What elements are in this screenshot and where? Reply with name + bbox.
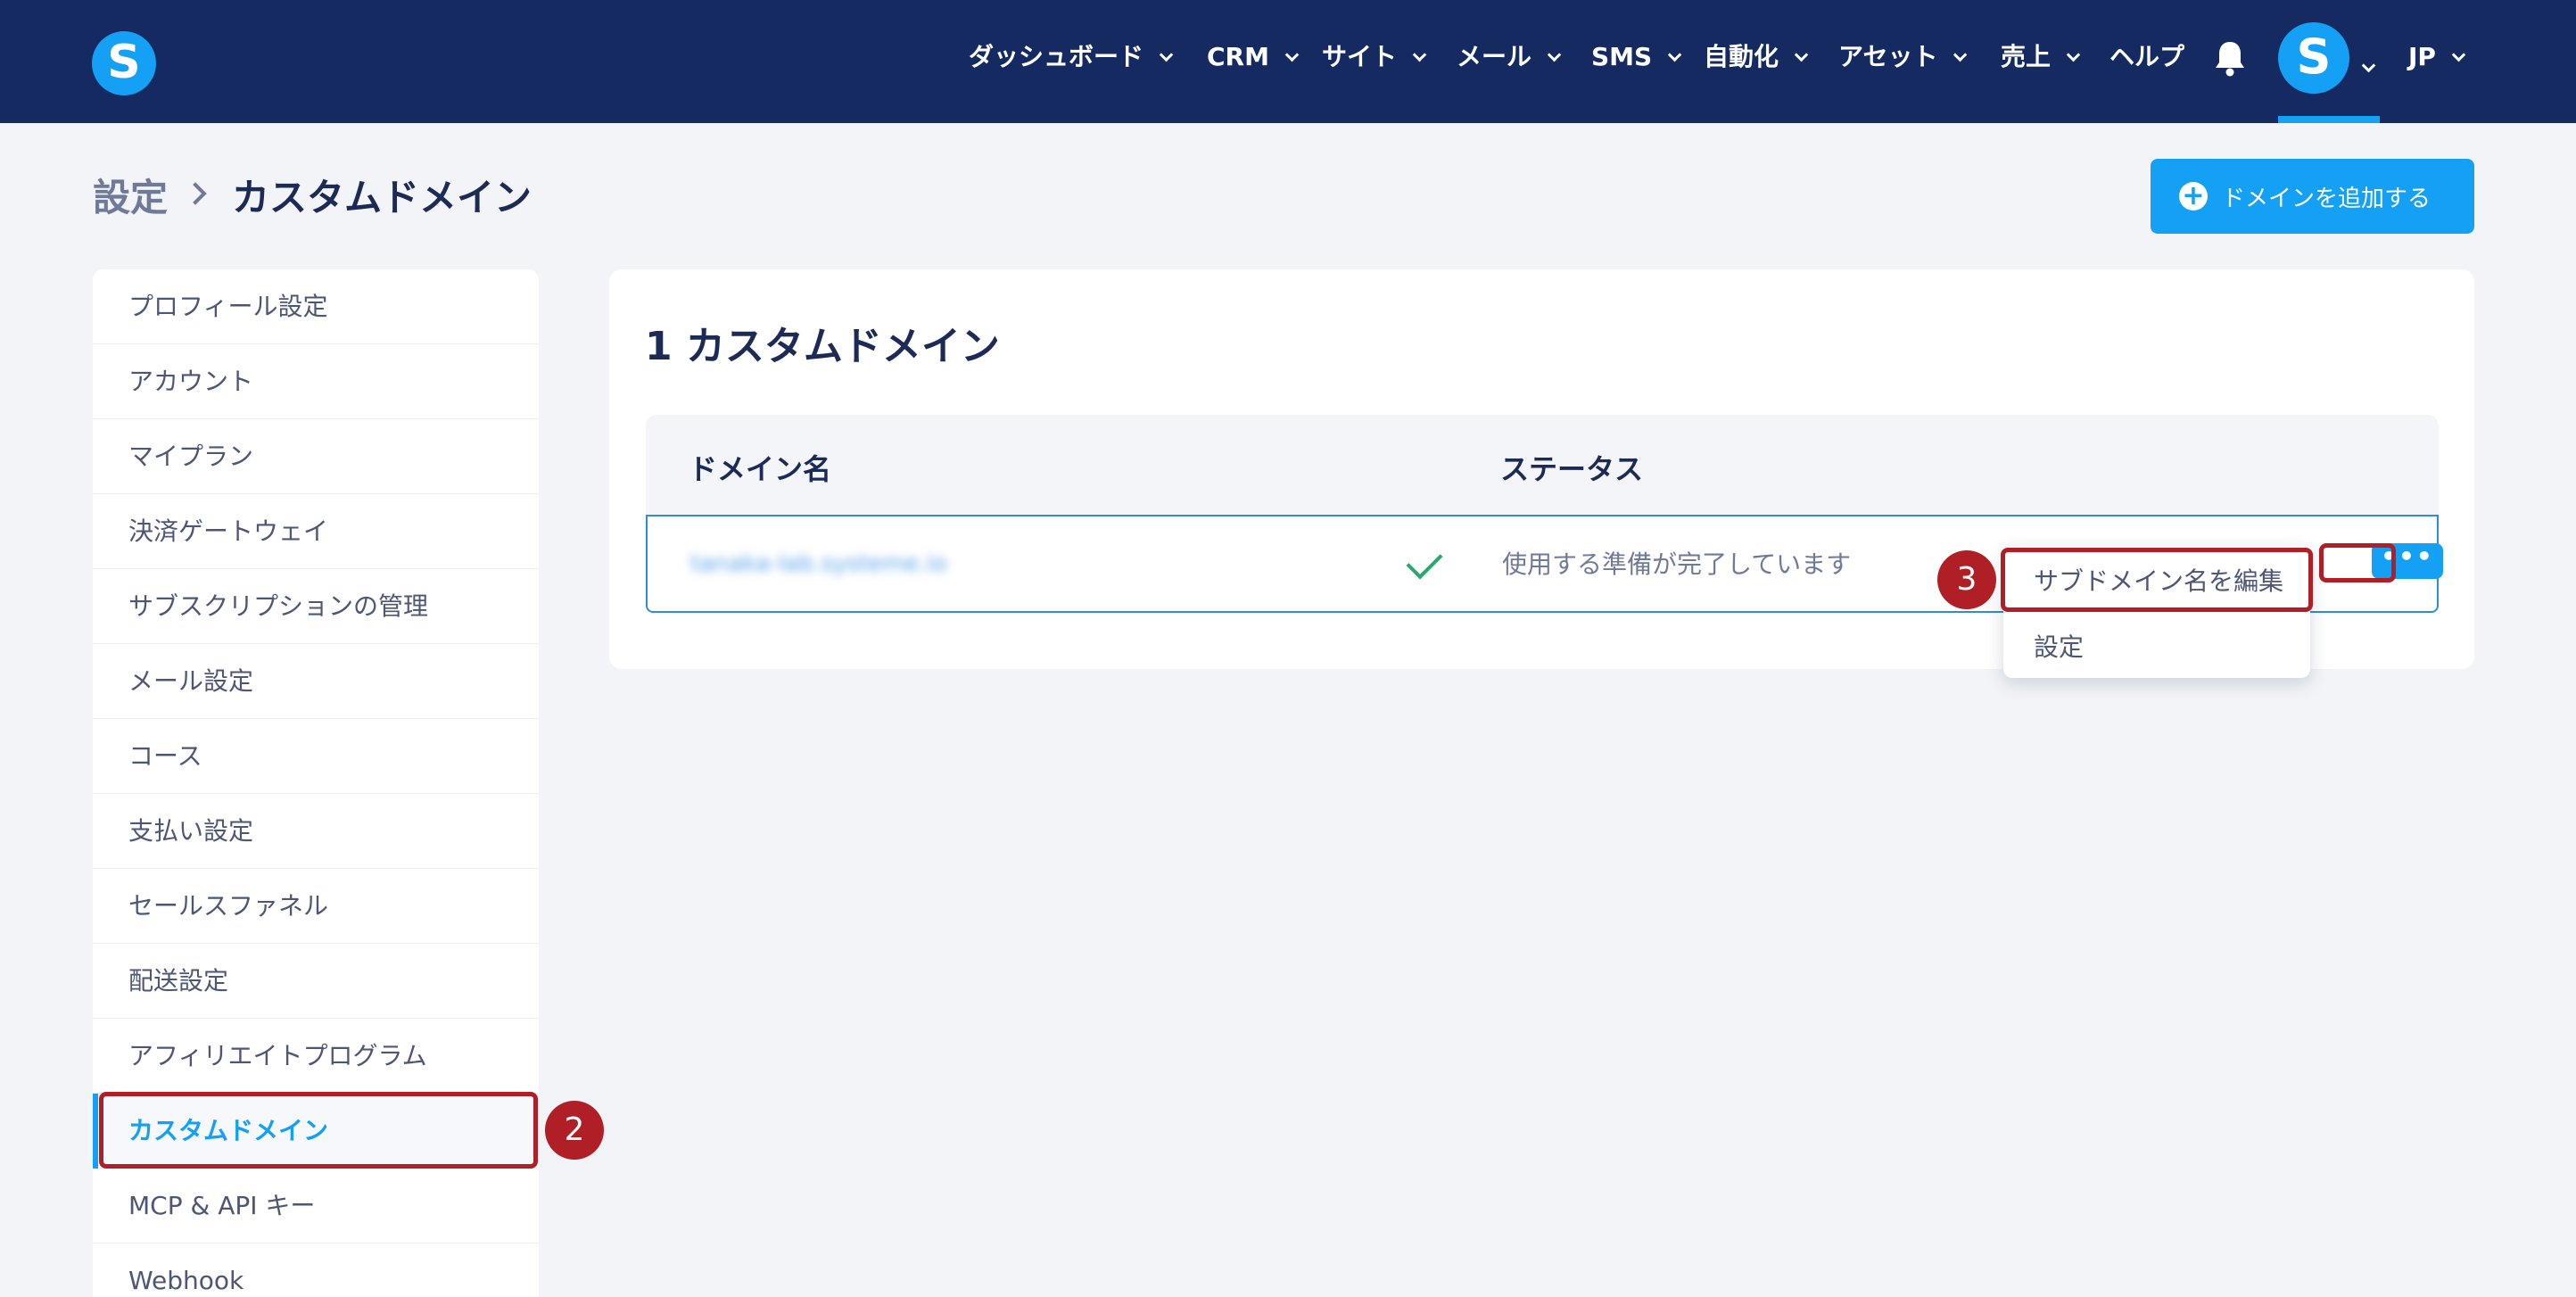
chevron-down-icon [1953,47,1968,62]
sidebar-item-shipping[interactable]: 配送設定 [93,944,539,1019]
nav-mail[interactable]: メール [1457,36,1562,78]
highlight-box-more-button [2319,543,2396,582]
breadcrumb-settings[interactable]: 設定 [93,168,168,222]
account-menu-toggle[interactable] [2361,46,2376,89]
add-domain-button-label: ドメインを追加する [2222,185,2432,212]
nav-crm-label: CRM [1207,42,1269,71]
sidebar-item-subscriptions[interactable]: サブスクリプションの管理 [93,569,539,644]
chevron-down-icon [1547,47,1562,62]
nav-site-label: サイト [1322,42,1398,71]
chevron-down-icon [1412,47,1427,62]
highlight-box-edit-subdomain [2001,548,2313,612]
nav-site[interactable]: サイト [1322,36,1427,78]
nav-dashboard[interactable]: ダッシュボード [969,36,1174,78]
sidebar-item-payment-gateway[interactable]: 決済ゲートウェイ [93,494,539,569]
column-header-status: ステータス [1500,452,1644,486]
step-badge-3: 3 [1937,550,1996,609]
sidebar-item-courses[interactable]: コース [93,719,539,794]
column-header-domain: ドメイン名 [689,452,832,486]
systeme-logo[interactable]: S [92,31,156,95]
sidebar-item-mcp-api-keys[interactable]: MCP & API キー [93,1169,539,1243]
status-text: 使用する準備が完了しています [1502,549,1852,579]
chevron-down-icon [1284,47,1300,62]
nav-sms[interactable]: SMS [1591,36,1682,78]
chevron-right-icon [184,182,207,205]
nav-help[interactable]: ヘルプ [2110,36,2184,78]
add-domain-button[interactable]: + ドメインを追加する [2151,159,2474,234]
sidebar-item-payment-settings[interactable]: 支払い設定 [93,794,539,869]
chevron-down-icon [1159,47,1174,62]
avatar-active-indicator [2278,116,2380,123]
nav-automation-label: 自動化 [1704,42,1779,71]
sidebar-item-webhook[interactable]: Webhook [93,1243,539,1297]
page-title: カスタムドメイン [232,176,533,219]
sidebar-item-affiliate[interactable]: アフィリエイトプログラム [93,1019,539,1094]
nav-mail-label: メール [1457,42,1532,71]
nav-assets[interactable]: アセット [1838,36,1968,78]
domain-name-link[interactable]: tanaka-lab.systeme.io [690,550,947,577]
nav-sms-label: SMS [1591,42,1653,71]
plus-circle-icon: + [2179,182,2208,211]
language-label: JP [2408,42,2436,71]
bell-icon[interactable] [2214,39,2246,77]
nav-dashboard-label: ダッシュボード [969,42,1144,71]
sidebar-item-sales-funnel[interactable]: セールスファネル [93,869,539,944]
nav-sales[interactable]: 売上 [2001,36,2081,78]
language-selector[interactable]: JP [2408,36,2466,78]
sidebar-item-account[interactable]: アカウント [93,344,539,419]
chevron-down-icon [2451,47,2466,62]
sidebar-item-my-plan[interactable]: マイプラン [93,419,539,494]
checkmark-icon [1406,542,1443,580]
chevron-down-icon [1667,47,1682,62]
nav-help-label: ヘルプ [2110,42,2185,71]
nav-crm[interactable]: CRM [1207,36,1300,78]
sidebar-item-profile[interactable]: プロフィール設定 [93,269,539,344]
highlight-box-sidebar [99,1092,538,1169]
step-badge-2: 2 [545,1101,604,1160]
menu-item-settings[interactable]: 設定 [2034,628,2084,664]
nav-automation[interactable]: 自動化 [1704,36,1809,78]
chevron-down-icon [2361,58,2376,73]
panel-title: 1 カスタムドメイン [645,324,1000,369]
nav-sales-label: 売上 [2001,42,2052,71]
user-avatar[interactable]: S [2278,22,2349,94]
table-header: ドメイン名 ステータス [646,415,2439,515]
top-navbar: S ダッシュボード CRM サイト メール SMS 自動化 アセット 売上 ヘル… [0,0,2576,123]
sidebar-item-mail-settings[interactable]: メール設定 [93,644,539,719]
chevron-down-icon [2066,47,2081,62]
chevron-down-icon [1794,47,1809,62]
nav-assets-label: アセット [1838,42,1938,71]
